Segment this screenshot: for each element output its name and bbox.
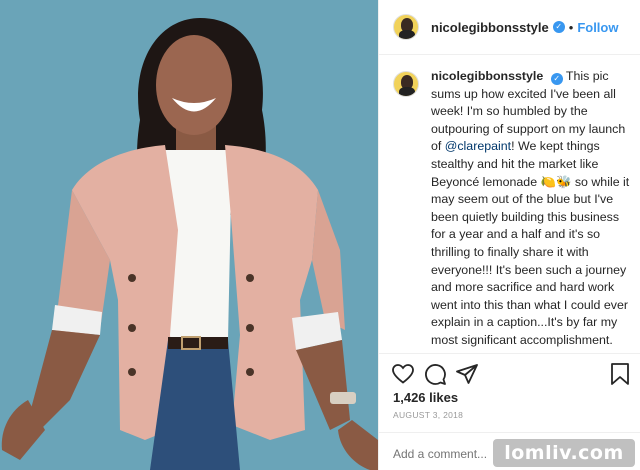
caption-verified-badge-icon: ✓ bbox=[550, 73, 563, 85]
post-image bbox=[0, 0, 378, 470]
mention-link[interactable]: @clarepaint bbox=[445, 139, 511, 153]
follow-button[interactable]: Follow bbox=[577, 20, 618, 35]
comment-bar: lomliv.com bbox=[379, 432, 640, 470]
action-icons bbox=[391, 362, 631, 386]
caption-username[interactable]: nicolegibbonsstyle bbox=[431, 69, 543, 83]
post-actions: 1,426 likes AUGUST 3, 2018 lomliv.com bbox=[379, 353, 640, 470]
caption-text: nicolegibbonsstyle ✓ This pic sums up ho… bbox=[431, 68, 631, 353]
heart-icon[interactable] bbox=[391, 362, 415, 386]
caption-body-2: ! We kept things stealthy and hit the ma… bbox=[431, 139, 630, 353]
header-username[interactable]: nicolegibbonsstyle bbox=[431, 20, 549, 35]
comment-icon[interactable] bbox=[423, 362, 447, 386]
like-count[interactable]: 1,426 likes bbox=[393, 390, 458, 405]
verified-badge-icon: ✓ bbox=[552, 21, 565, 33]
caption: nicolegibbonsstyle ✓ This pic sums up ho… bbox=[393, 68, 633, 353]
separator-dot: • bbox=[568, 19, 574, 35]
share-icon[interactable] bbox=[455, 362, 479, 386]
watermark: lomliv.com bbox=[493, 439, 635, 467]
post-header: nicolegibbonsstyle ✓ • Follow bbox=[379, 0, 640, 55]
avatar[interactable] bbox=[393, 14, 419, 40]
post-date[interactable]: AUGUST 3, 2018 bbox=[393, 410, 463, 420]
post-sidebar: nicolegibbonsstyle ✓ • Follow nicolegibb… bbox=[378, 0, 640, 470]
caption-avatar[interactable] bbox=[393, 71, 419, 97]
post-photo[interactable] bbox=[0, 0, 378, 470]
bookmark-icon[interactable] bbox=[609, 362, 631, 386]
